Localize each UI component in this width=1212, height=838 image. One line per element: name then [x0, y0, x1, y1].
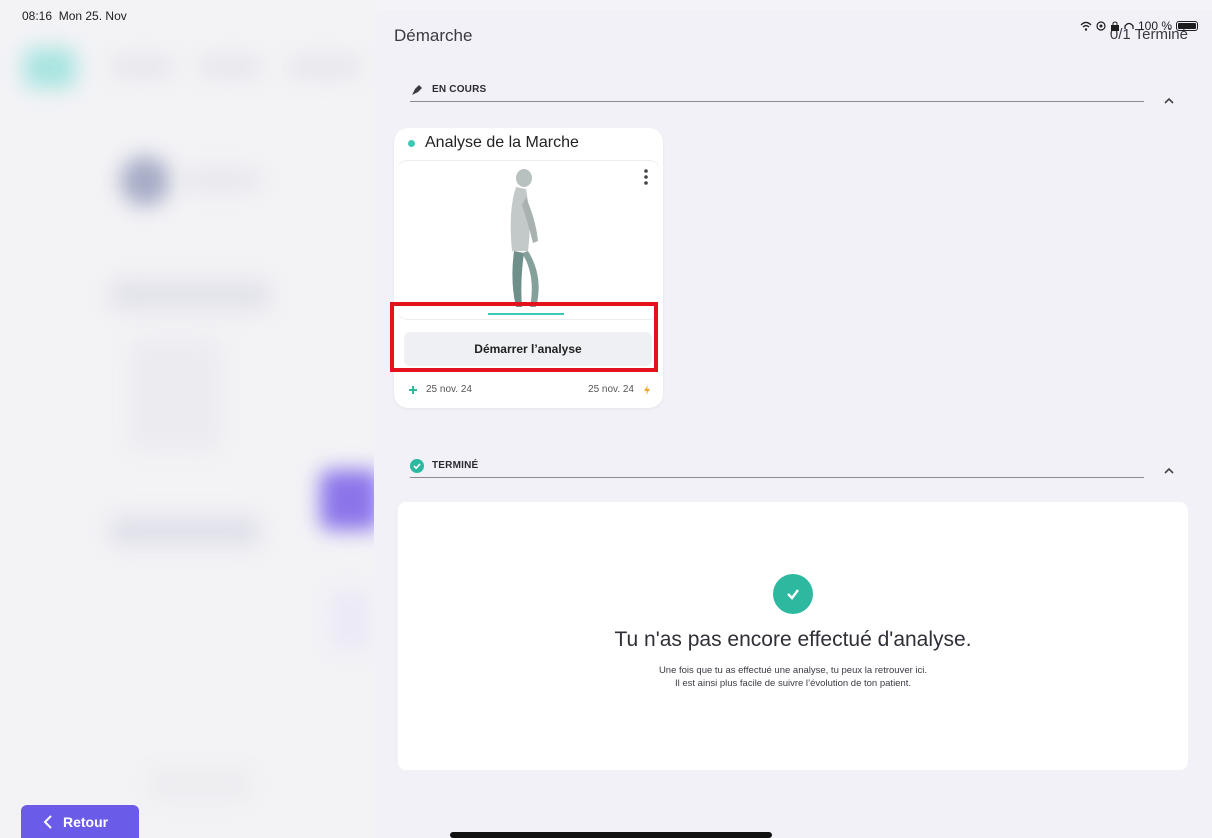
blurred-block — [150, 770, 250, 800]
chevron-up-icon[interactable] — [1162, 94, 1176, 108]
empty-state-description: Une fois que tu as effectué une analyse,… — [398, 664, 1188, 691]
section-label: TERMINÉ — [432, 460, 479, 471]
walking-figure-image — [396, 160, 661, 320]
plus-icon — [409, 385, 417, 394]
updated-date: 25 nov. 24 — [588, 384, 652, 395]
card-title: Analyse de la Marche — [408, 134, 579, 152]
back-button[interactable]: Retour — [21, 805, 139, 838]
blurred-block — [112, 58, 172, 76]
blurred-block — [110, 516, 260, 546]
empty-state-title: Tu n'as pas encore effectué d'analyse. — [614, 628, 972, 651]
walking-panel: Démarche 0/1 Terminé EN COURS Analyse de… — [374, 10, 1212, 838]
blurred-avatar — [24, 48, 76, 88]
empty-state-line: Une fois que tu as effectué une analyse,… — [658, 665, 928, 676]
analysis-card[interactable]: Analyse de la Marche Démarrer l’analyse — [394, 128, 663, 408]
lightning-icon — [644, 384, 650, 395]
status-dot — [408, 139, 415, 147]
headphones-icon — [1124, 22, 1134, 29]
blurred-block — [290, 58, 360, 76]
blurred-block — [130, 340, 220, 450]
created-date: 25 nov. 24 — [408, 384, 472, 395]
blurred-block — [320, 470, 374, 530]
battery-icon — [1176, 21, 1198, 31]
check-circle-icon — [410, 458, 424, 473]
blurred-block — [200, 58, 260, 76]
battery-percent: 100 % — [1137, 19, 1172, 33]
start-analysis-button[interactable]: Démarrer l’analyse — [404, 332, 652, 366]
home-indicator — [450, 832, 772, 838]
back-button-label: Retour — [63, 813, 109, 830]
empty-state-line: Il est ainsi plus facile de suivre l’évo… — [674, 678, 912, 690]
lock-icon — [1110, 21, 1119, 31]
blurred-avatar — [120, 156, 170, 206]
more-options-icon[interactable] — [643, 168, 649, 186]
walking-person-icon — [488, 169, 564, 315]
page-title: Démarche — [394, 26, 473, 45]
blurred-block — [180, 170, 260, 190]
updated-date-text: 25 nov. 24 — [588, 384, 634, 395]
wifi-icon — [1080, 21, 1092, 31]
section-in-progress-header[interactable]: EN COURS — [410, 78, 1144, 102]
clock: 08:16 — [22, 9, 53, 23]
blurred-block — [330, 590, 370, 650]
status-time: 08:16 Mon 25. Nov — [22, 9, 127, 23]
check-icon — [773, 574, 813, 614]
status-icons: 100 % — [1080, 19, 1198, 33]
date: Mon 25. Nov — [58, 9, 127, 23]
section-label: EN COURS — [432, 84, 487, 95]
section-done-header[interactable]: TERMINÉ — [410, 454, 1144, 478]
empty-state-card: Tu n'as pas encore effectué d'analyse. U… — [398, 502, 1188, 770]
created-date-text: 25 nov. 24 — [426, 384, 472, 395]
blurred-background — [0, 0, 374, 838]
blurred-block — [110, 280, 270, 310]
card-dates: 25 nov. 24 25 nov. 24 — [408, 384, 652, 395]
chevron-left-icon — [43, 814, 52, 829]
pin-icon — [410, 83, 424, 97]
location-icon — [1096, 21, 1106, 31]
card-title-text: Analyse de la Marche — [425, 134, 579, 151]
chevron-up-icon[interactable] — [1162, 464, 1176, 478]
